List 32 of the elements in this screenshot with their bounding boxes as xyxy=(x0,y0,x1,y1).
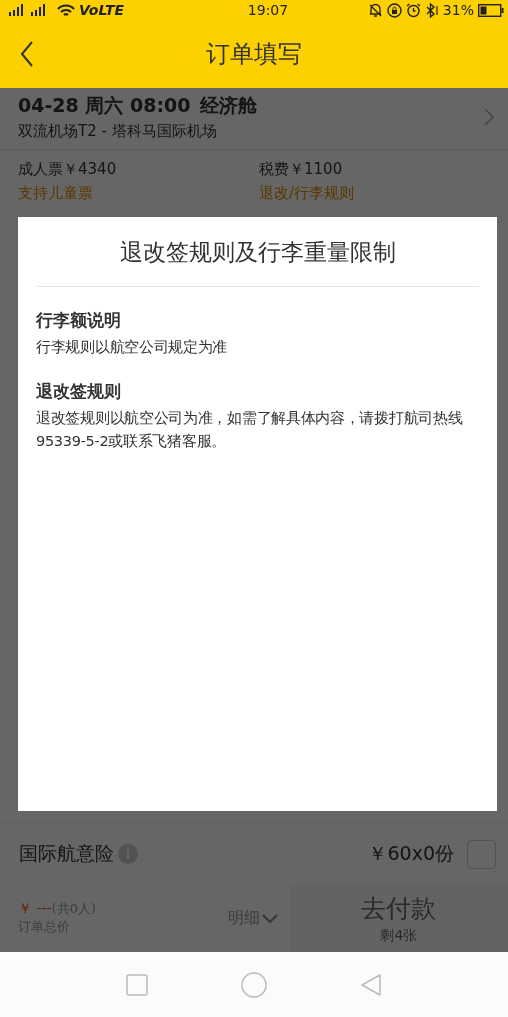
section-heading: 行李额说明 xyxy=(36,309,122,332)
chevron-down-icon xyxy=(261,913,278,924)
insurance-label: 国际航意险 xyxy=(19,841,114,866)
bell-icon xyxy=(367,3,383,17)
wifi-icon xyxy=(57,3,75,17)
total-price: ￥ --- xyxy=(18,900,52,918)
dialog-title: 退改签规则及行李重量限制 xyxy=(118,238,397,267)
price-label: 税费￥1100 xyxy=(259,160,344,179)
alarm-icon xyxy=(405,2,421,18)
back-button[interactable] xyxy=(20,41,34,67)
cabin-class: 经济舱 xyxy=(200,93,258,118)
section-heading: 退改签规则 xyxy=(36,380,122,403)
rule-link[interactable]: 退改/行李规则 xyxy=(259,184,490,203)
flight-route: 双流机场T2 - 塔科马国际机场 xyxy=(18,122,218,141)
section-text: 行李规则以航空公司规定为准 xyxy=(36,338,229,357)
price-label: 成人票￥4340 xyxy=(18,160,118,179)
lock-icon xyxy=(386,2,402,18)
home-button[interactable] xyxy=(241,971,267,998)
bluetooth-icon xyxy=(424,2,439,18)
flight-card[interactable]: 04-28 周六 08:00 经济舱 双流机场T2 - 塔科马国际机场 xyxy=(0,88,508,150)
rule-link[interactable]: 支持儿童票 xyxy=(18,184,249,203)
back-nav-button[interactable] xyxy=(359,972,382,997)
recents-button[interactable] xyxy=(126,973,149,996)
battery-icon xyxy=(478,3,504,17)
network-label: VoLTE xyxy=(79,2,125,18)
insurance-price: ￥60x0份 xyxy=(368,841,454,866)
chevron-right-icon xyxy=(484,108,494,126)
battery-percent: 31% xyxy=(442,2,474,18)
section-text: 退改签规则以航空公司为准，如需了解具体内容，请拨打航司热线95339-5-2或联系飞猪客服。 xyxy=(36,409,464,451)
page-title: 订单填写 xyxy=(206,39,302,70)
clock: 19:07 xyxy=(247,2,289,18)
flight-datetime: 04-28 周六 08:00 xyxy=(18,93,191,118)
